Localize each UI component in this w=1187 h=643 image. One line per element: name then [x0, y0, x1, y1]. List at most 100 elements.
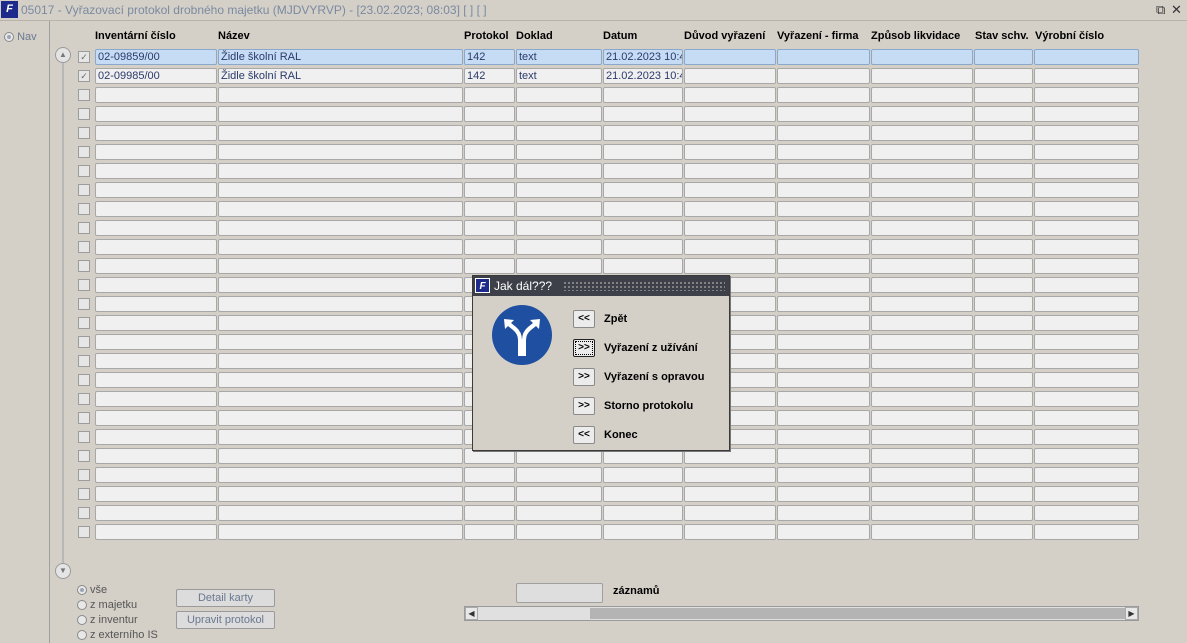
table-cell[interactable]: [1034, 486, 1139, 502]
column-header[interactable]: Výrobní číslo: [1035, 30, 1104, 42]
table-cell[interactable]: [603, 163, 683, 179]
table-cell[interactable]: [603, 220, 683, 236]
scroll-right-icon[interactable]: ▶: [1125, 607, 1138, 620]
table-cell[interactable]: [1034, 505, 1139, 521]
table-cell[interactable]: [777, 315, 870, 331]
row-checkbox[interactable]: [78, 222, 90, 234]
edit-protocol-button[interactable]: Upravit protokol: [176, 611, 275, 629]
table-cell[interactable]: [95, 410, 217, 426]
table-cell[interactable]: 142: [464, 49, 515, 65]
table-cell[interactable]: [871, 201, 973, 217]
table-cell[interactable]: [777, 353, 870, 369]
table-cell[interactable]: [974, 144, 1033, 160]
row-checkbox[interactable]: [78, 450, 90, 462]
table-cell[interactable]: [464, 87, 515, 103]
table-cell[interactable]: [777, 201, 870, 217]
row-checkbox[interactable]: [78, 374, 90, 386]
row-checkbox[interactable]: [78, 184, 90, 196]
table-cell[interactable]: [1034, 448, 1139, 464]
row-checkbox[interactable]: [78, 317, 90, 329]
table-cell[interactable]: [777, 334, 870, 350]
table-cell[interactable]: [218, 277, 463, 293]
table-cell[interactable]: [974, 467, 1033, 483]
table-cell[interactable]: [516, 87, 602, 103]
table-cell[interactable]: [603, 106, 683, 122]
table-cell[interactable]: [218, 106, 463, 122]
table-cell[interactable]: [684, 106, 776, 122]
row-checkbox[interactable]: [78, 355, 90, 367]
table-cell[interactable]: [95, 277, 217, 293]
table-cell[interactable]: [95, 201, 217, 217]
table-cell[interactable]: [1034, 144, 1139, 160]
table-cell[interactable]: [516, 144, 602, 160]
table-cell[interactable]: [516, 163, 602, 179]
close-window-icon[interactable]: ✕: [1171, 2, 1182, 18]
table-cell[interactable]: [974, 182, 1033, 198]
table-cell[interactable]: [777, 448, 870, 464]
table-cell[interactable]: [218, 372, 463, 388]
table-cell[interactable]: [1034, 87, 1139, 103]
table-cell[interactable]: [603, 144, 683, 160]
table-cell[interactable]: [464, 182, 515, 198]
row-checkbox[interactable]: [78, 469, 90, 481]
table-cell[interactable]: 02-09859/00: [95, 49, 217, 65]
row-checkbox[interactable]: [78, 203, 90, 215]
table-cell[interactable]: [95, 334, 217, 350]
nav-radio[interactable]: [4, 32, 14, 43]
table-cell[interactable]: [974, 239, 1033, 255]
table-cell[interactable]: [516, 486, 602, 502]
table-cell[interactable]: [95, 372, 217, 388]
table-cell[interactable]: [1034, 258, 1139, 274]
column-header[interactable]: Inventární číslo: [95, 30, 176, 42]
table-cell[interactable]: [516, 467, 602, 483]
row-checkbox[interactable]: [78, 488, 90, 500]
table-cell[interactable]: [603, 239, 683, 255]
table-cell[interactable]: [777, 524, 870, 540]
table-cell[interactable]: [777, 372, 870, 388]
table-cell[interactable]: [218, 429, 463, 445]
table-cell[interactable]: [871, 182, 973, 198]
table-cell[interactable]: [218, 87, 463, 103]
table-cell[interactable]: [777, 220, 870, 236]
table-cell[interactable]: [684, 49, 776, 65]
table-cell[interactable]: [871, 410, 973, 426]
table-cell[interactable]: 02-09985/00: [95, 68, 217, 84]
table-cell[interactable]: [974, 524, 1033, 540]
table-cell[interactable]: [871, 277, 973, 293]
table-cell[interactable]: [974, 163, 1033, 179]
table-cell[interactable]: [95, 258, 217, 274]
table-cell[interactable]: [684, 467, 776, 483]
table-cell[interactable]: [95, 106, 217, 122]
table-cell[interactable]: [95, 448, 217, 464]
table-cell[interactable]: [603, 201, 683, 217]
table-cell[interactable]: [464, 239, 515, 255]
dialog-drag-grip[interactable]: [563, 281, 725, 291]
filter-radio[interactable]: [77, 585, 87, 596]
table-cell[interactable]: [974, 68, 1033, 84]
table-cell[interactable]: [603, 505, 683, 521]
table-cell[interactable]: [777, 391, 870, 407]
dialog-option-button[interactable]: <<: [573, 310, 595, 328]
table-cell[interactable]: [684, 239, 776, 255]
table-cell[interactable]: [1034, 163, 1139, 179]
table-cell[interactable]: [603, 87, 683, 103]
row-checkbox[interactable]: [78, 507, 90, 519]
table-cell[interactable]: [1034, 353, 1139, 369]
table-cell[interactable]: [218, 524, 463, 540]
row-checkbox[interactable]: [78, 89, 90, 101]
table-cell[interactable]: [603, 125, 683, 141]
restore-window-icon[interactable]: ⧉: [1156, 2, 1165, 18]
table-cell[interactable]: [464, 524, 515, 540]
table-cell[interactable]: [777, 68, 870, 84]
table-cell[interactable]: [218, 125, 463, 141]
table-cell[interactable]: [516, 182, 602, 198]
table-cell[interactable]: [218, 296, 463, 312]
table-cell[interactable]: [777, 182, 870, 198]
table-cell[interactable]: [218, 334, 463, 350]
table-cell[interactable]: [218, 220, 463, 236]
dialog-option-button[interactable]: >>: [573, 368, 595, 386]
table-cell[interactable]: [1034, 201, 1139, 217]
nav-option[interactable]: Nav: [4, 31, 37, 43]
table-cell[interactable]: [777, 87, 870, 103]
table-cell[interactable]: [95, 505, 217, 521]
